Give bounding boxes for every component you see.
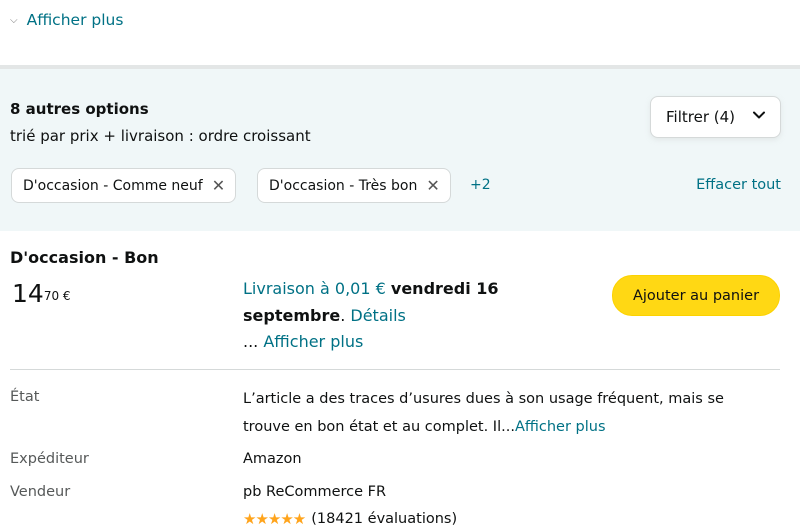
star-rating-icon: ★★★★★: [243, 510, 306, 528]
condition-show-more-link[interactable]: Afficher plus: [515, 419, 606, 435]
more-filters-link[interactable]: +2: [470, 177, 491, 193]
delivery-price: Livraison à 0,01 €: [243, 279, 386, 298]
shipper-value: Amazon: [243, 451, 302, 467]
clear-all-link[interactable]: Effacer tout: [696, 177, 781, 193]
price-whole: 14: [12, 279, 44, 308]
chevron-down-icon: ⌵: [10, 14, 18, 26]
price-fraction: 70 €: [43, 289, 71, 303]
shipper-label: Expéditeur: [10, 451, 89, 467]
condition-description: L’article a des traces d’usures dues à s…: [243, 385, 763, 441]
filter-chip[interactable]: D'occasion - Très bon ✕: [257, 168, 451, 203]
offers-header: 8 autres options trié par prix + livrais…: [0, 69, 800, 231]
show-more-link[interactable]: ⌵ Afficher plus: [10, 9, 123, 31]
add-to-cart-button[interactable]: Ajouter au panier: [612, 275, 780, 316]
seller-rating: ★★★★★ (18421 évaluations): [243, 510, 457, 528]
close-icon[interactable]: ✕: [426, 176, 439, 195]
delivery-period: .: [340, 305, 346, 325]
offer-price: 1470 €: [12, 280, 71, 308]
chevron-down-icon: [753, 111, 765, 119]
seller-link[interactable]: pb ReCommerce FR: [243, 484, 386, 500]
filter-button[interactable]: Filtrer (4): [650, 96, 781, 138]
delivery-info: Livraison à 0,01 € vendredi 16 septembre…: [243, 276, 543, 356]
offers-sort-subtitle: trié par prix + livraison : ordre croiss…: [10, 127, 311, 145]
delivery-show-more-link[interactable]: Afficher plus: [263, 332, 363, 351]
filter-button-label: Filtrer (4): [666, 108, 736, 126]
close-icon[interactable]: ✕: [212, 176, 225, 195]
ellipsis: ...: [243, 332, 259, 351]
divider: [10, 369, 780, 370]
offer-condition: D'occasion - Bon: [10, 248, 159, 267]
filter-chip-label: D'occasion - Comme neuf: [23, 177, 203, 194]
condition-label: État: [10, 389, 40, 405]
offers-count-title: 8 autres options: [10, 100, 149, 118]
rating-count: (18421 évaluations): [311, 511, 458, 527]
details-link[interactable]: Détails: [350, 306, 405, 325]
condition-text: L’article a des traces d’usures dues à s…: [243, 391, 724, 435]
show-more-label: Afficher plus: [26, 11, 124, 29]
filter-chip-label: D'occasion - Très bon: [269, 177, 418, 194]
seller-label: Vendeur: [10, 484, 71, 500]
filter-chip[interactable]: D'occasion - Comme neuf ✕: [11, 168, 237, 203]
